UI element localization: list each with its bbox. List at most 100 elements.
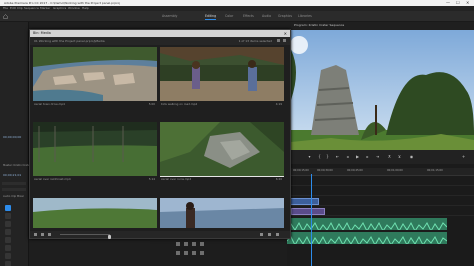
- clip-thumbnail[interactable]: Kids walking on road.mp4 4:19: [160, 47, 284, 109]
- workspace-tab-effects[interactable]: Effects: [243, 11, 254, 22]
- clip-name: Aerial over ruins.mp4: [161, 177, 192, 181]
- clip-duration: 4:19: [275, 102, 282, 106]
- sequence-timecode: 00;00;21;01: [3, 173, 22, 177]
- timeline-tools: [150, 239, 287, 266]
- new-item-icon[interactable]: [260, 233, 263, 236]
- clip-duration: 6:20: [275, 177, 282, 181]
- mark-out-icon[interactable]: }: [325, 154, 330, 159]
- playhead[interactable]: [311, 174, 312, 266]
- home-icon[interactable]: [3, 14, 8, 19]
- bin-path: 01 Working with the Project panel.prproj…: [34, 39, 105, 43]
- list-view-icon[interactable]: [34, 233, 37, 236]
- program-monitor: Program: Kristin Crater Sequence 00;00;1…: [291, 22, 474, 167]
- bin-window-header[interactable]: Bin: Media ✕: [30, 30, 290, 37]
- transport-controls: ▾ { } ⇤ ◂ ▶ ▸ ⇥ ⊼ ⊻ ◉ +: [291, 150, 474, 164]
- ruler-label: 00;00;45;00: [347, 169, 363, 172]
- selection-tool-icon[interactable]: [5, 205, 11, 211]
- clip-thumbnail[interactable]: Aerial over rainforest.mp4 5:14: [33, 122, 157, 184]
- play-icon[interactable]: ▶: [355, 154, 360, 159]
- media-bin-window: Bin: Media ✕ 01 Working with the Project…: [29, 29, 291, 239]
- toggle-output-icon[interactable]: [192, 251, 196, 255]
- timeline-ruler[interactable]: 00;00;15;00 00;00;30;00 00;00;45;00 00;0…: [287, 168, 474, 176]
- close-icon[interactable]: ✕: [284, 30, 287, 37]
- go-to-in-icon[interactable]: ⇤: [335, 154, 340, 159]
- linked-selection-icon[interactable]: [184, 242, 188, 246]
- pen-tool-icon[interactable]: [5, 245, 11, 251]
- add-marker-icon[interactable]: [192, 242, 196, 246]
- track-select-tool-icon[interactable]: [5, 213, 11, 219]
- type-tool-icon[interactable]: [5, 261, 11, 266]
- bin-path-bar: 01 Working with the Project panel.prproj…: [30, 37, 290, 45]
- search-icon[interactable]: [277, 39, 280, 42]
- slip-tool-icon[interactable]: [5, 237, 11, 243]
- razor-tool-icon[interactable]: [5, 229, 11, 235]
- lift-icon[interactable]: ⊼: [387, 154, 392, 159]
- clip-preview[interactable]: [160, 198, 284, 228]
- program-video-frame: [291, 30, 474, 160]
- clip-preview[interactable]: [160, 47, 284, 101]
- bin-row[interactable]: [2, 188, 26, 191]
- slider-handle[interactable]: [108, 235, 111, 239]
- video-clip[interactable]: [289, 198, 319, 205]
- export-frame-icon[interactable]: ◉: [409, 154, 414, 159]
- thumbnail-size-slider[interactable]: [60, 234, 111, 239]
- source-timecode: 00;00;00;00: [3, 135, 22, 139]
- delete-icon[interactable]: [276, 233, 279, 236]
- clip-name: Aerial over rainforest.mp4: [34, 177, 71, 181]
- workspace-bar: Assembly Editing Color Effects Audio Gra…: [0, 11, 474, 22]
- clip-duration: 5:00: [148, 102, 155, 106]
- button-editor-icon[interactable]: +: [461, 154, 466, 159]
- ruler-label: 00;00;15;00: [293, 169, 309, 172]
- video-track-0[interactable]: [287, 208, 474, 216]
- ruler-label: 00;01;15;00: [427, 169, 443, 172]
- clip-name: Kids walking on road.mp4: [161, 102, 198, 106]
- snap-icon[interactable]: [176, 242, 180, 246]
- mark-in-icon[interactable]: {: [317, 154, 322, 159]
- video-track-3[interactable]: [287, 178, 474, 186]
- clip-thumbnail[interactable]: [33, 198, 157, 230]
- settings-icon[interactable]: [200, 242, 204, 246]
- clip-preview[interactable]: [33, 47, 157, 101]
- ruler-label: 00;00;30;00: [317, 169, 333, 172]
- step-back-icon[interactable]: ◂: [345, 154, 350, 159]
- clip-thumbnail[interactable]: Aerial town drive.mp4 5:00: [33, 47, 157, 109]
- new-bin-icon[interactable]: [268, 233, 271, 236]
- workspace-tab-assembly[interactable]: Assembly: [162, 11, 177, 22]
- clip-thumbnail[interactable]: [160, 198, 284, 230]
- clip-thumbnail[interactable]: Aerial over ruins.mp4 6:20: [160, 122, 284, 184]
- video-track-1[interactable]: [287, 198, 474, 206]
- workspace-tab-color[interactable]: Color: [225, 11, 233, 22]
- go-to-out-icon[interactable]: ⇥: [375, 154, 380, 159]
- clip-duration: 5:14: [148, 177, 155, 181]
- selection-count: 1 of 13 items selected: [238, 39, 272, 43]
- hand-tool-icon[interactable]: [5, 253, 11, 259]
- clip-preview[interactable]: [33, 122, 157, 176]
- video-track-2[interactable]: [287, 188, 474, 196]
- program-monitor-tab[interactable]: Program: Kristin Crater Sequence: [294, 23, 344, 27]
- left-panel: 00;00;00;00 Master: Kristin Crater Seque…: [0, 22, 44, 266]
- ruler-label: 00;01;00;00: [387, 169, 403, 172]
- new-bin-icon[interactable]: [283, 39, 286, 42]
- bin-row[interactable]: [2, 182, 26, 185]
- workspace-tab-editing[interactable]: Editing: [205, 11, 217, 22]
- clip-preview[interactable]: [33, 198, 157, 228]
- extract-icon[interactable]: ⊻: [397, 154, 402, 159]
- bin-window-title: Bin: Media: [33, 31, 51, 35]
- clip-name: Aerial town drive.mp4: [34, 102, 65, 106]
- video-clip[interactable]: [291, 208, 325, 215]
- mute-icon[interactable]: [200, 251, 204, 255]
- lock-track-icon[interactable]: [176, 251, 180, 255]
- timeline-panel: 00;00;15;00 00;00;30;00 00;00;45;00 00;0…: [287, 164, 474, 266]
- icon-view-icon[interactable]: [41, 233, 44, 236]
- workspace-tab-libraries[interactable]: Libraries: [298, 11, 312, 22]
- mixer-label: Audio Clip Mixer: [3, 195, 24, 198]
- sync-lock-icon[interactable]: [184, 251, 188, 255]
- ripple-edit-tool-icon[interactable]: [5, 221, 11, 227]
- bin-footer: [30, 231, 290, 239]
- clip-preview[interactable]: [160, 122, 284, 177]
- add-marker-icon[interactable]: ▾: [307, 154, 312, 159]
- freeform-view-icon[interactable]: [48, 233, 51, 236]
- workspace-tab-audio[interactable]: Audio: [262, 11, 271, 22]
- workspace-tab-graphics[interactable]: Graphics: [278, 11, 292, 22]
- step-forward-icon[interactable]: ▸: [365, 154, 370, 159]
